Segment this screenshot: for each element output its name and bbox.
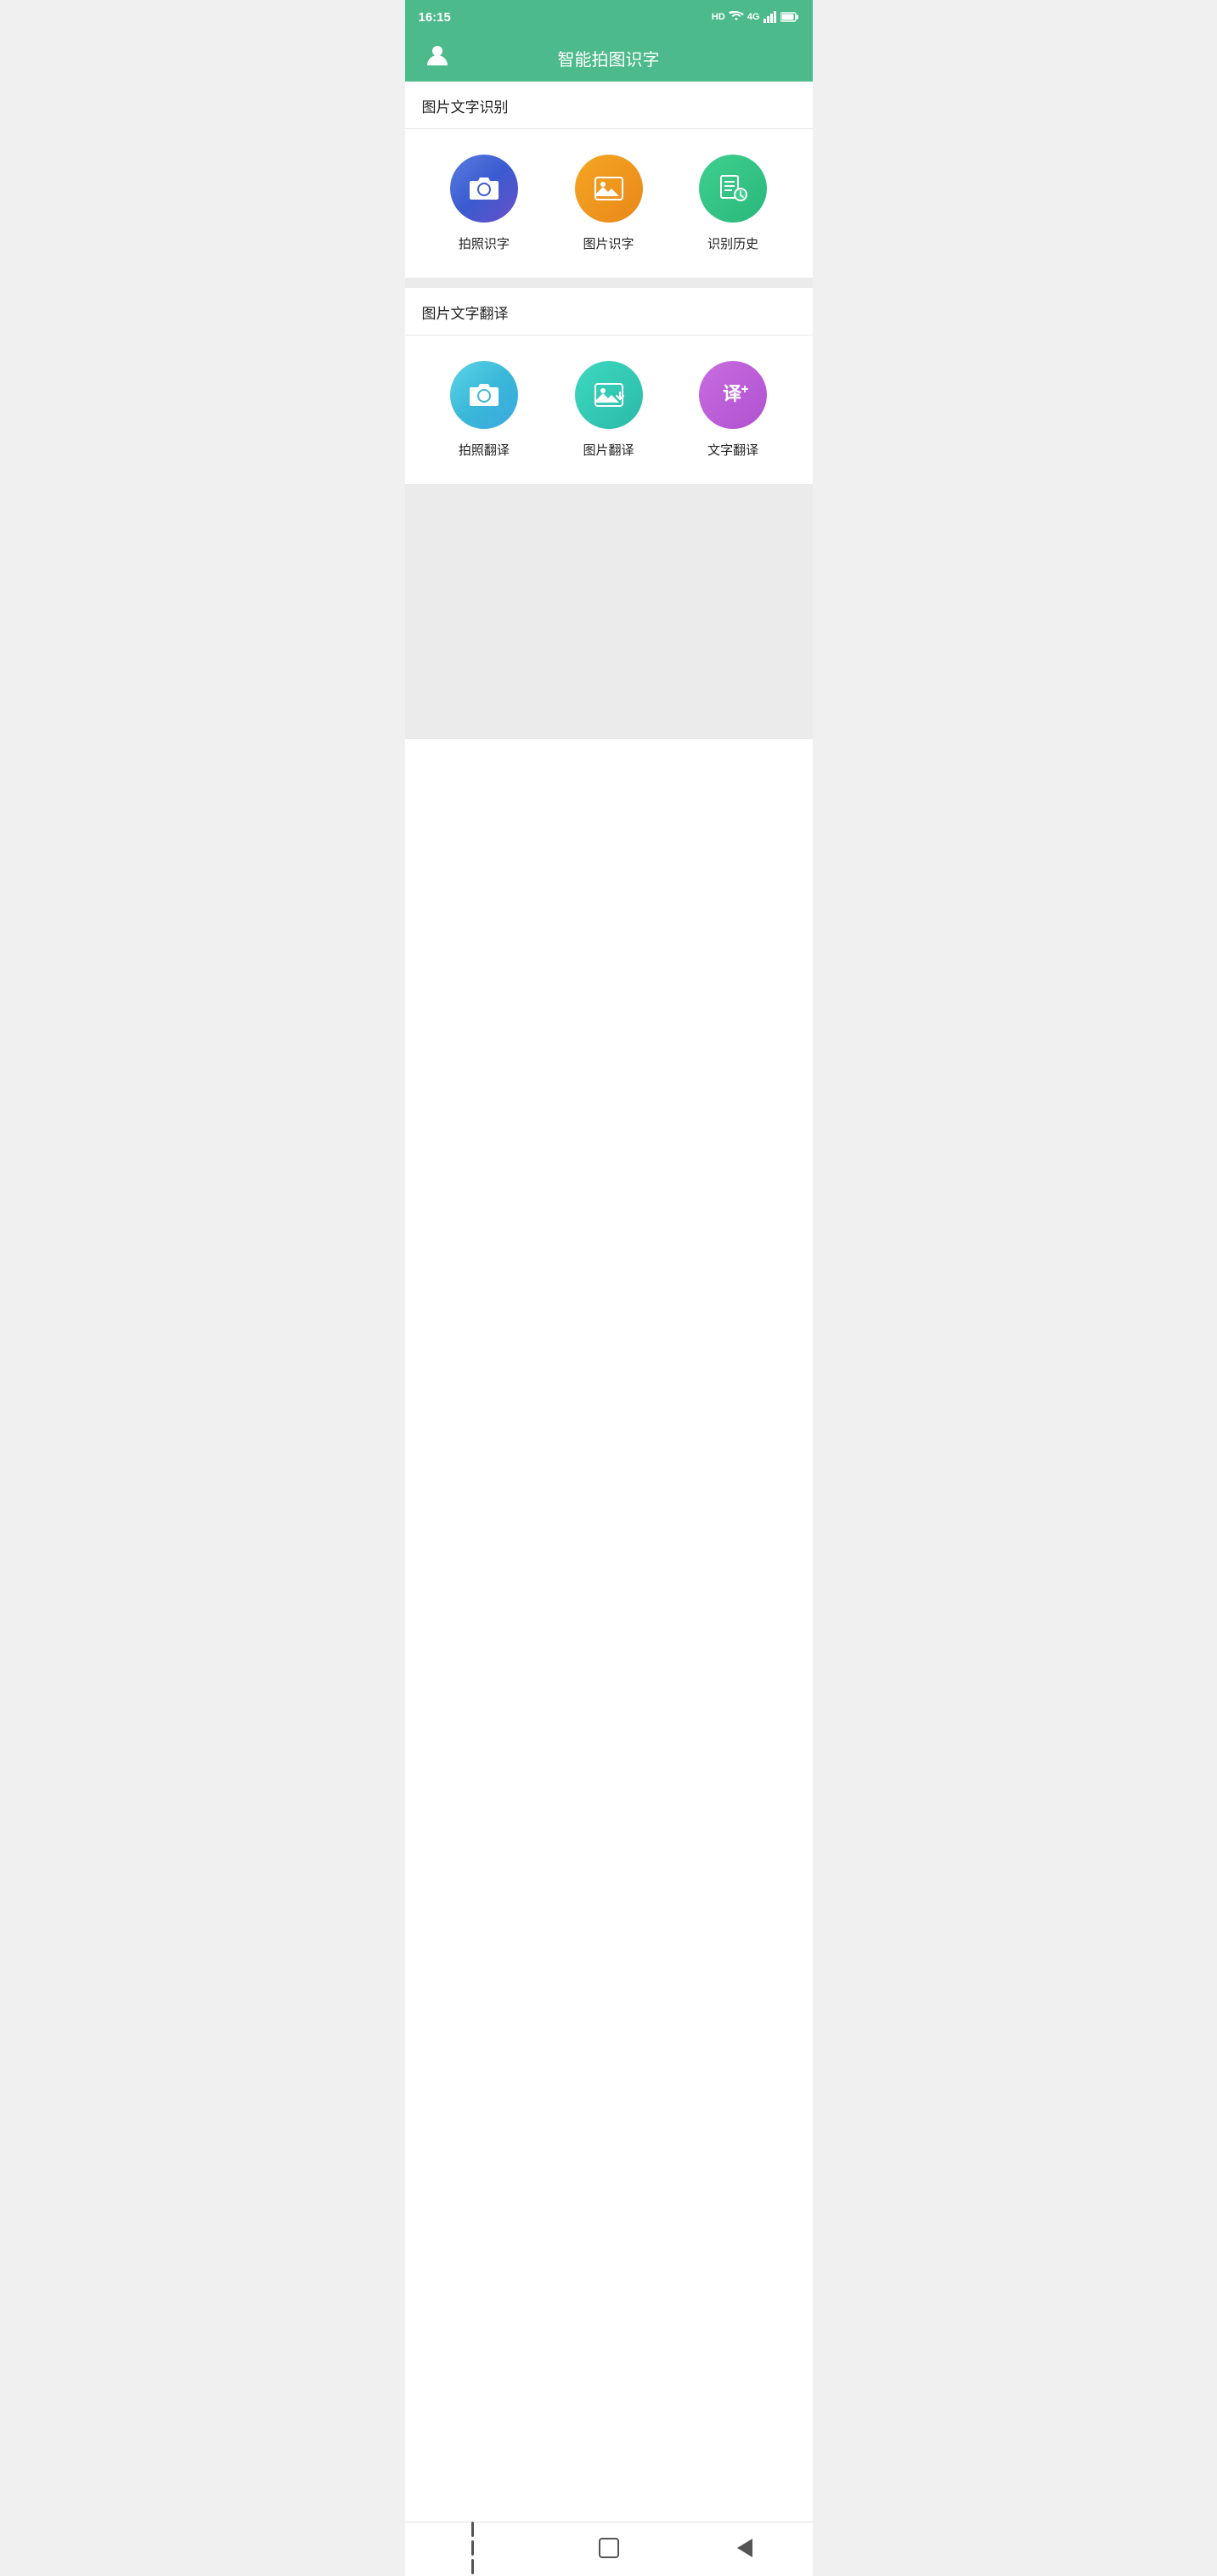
nav-home-button[interactable] — [541, 2538, 677, 2558]
back-icon — [737, 2539, 752, 2557]
section-translation-header: 图片文字翻译 — [405, 288, 813, 335]
nav-back-button[interactable] — [677, 2539, 813, 2557]
image-icon — [591, 171, 627, 206]
avatar-button[interactable] — [422, 42, 453, 73]
status-bar: 16:15 HD 4G — [405, 0, 813, 34]
translate-icon: 译 — [715, 377, 751, 413]
image-translate-label: 图片翻译 — [583, 441, 634, 459]
signal-icon — [763, 11, 777, 23]
camera-icon — [466, 171, 502, 206]
hd-icon: HD — [712, 12, 725, 22]
text-translate-label: 文字翻译 — [707, 441, 758, 459]
text-translate-item[interactable]: 译 文字翻译 — [671, 361, 796, 459]
battery-icon — [780, 12, 799, 22]
empty-area — [405, 484, 813, 739]
section-divider-1 — [405, 278, 813, 288]
recognize-history-label: 识别历史 — [707, 234, 758, 252]
menu-icon — [471, 2522, 474, 2574]
wifi-icon — [729, 11, 744, 23]
photo-recognize-label: 拍照识字 — [459, 234, 510, 252]
status-icons: HD 4G — [712, 11, 799, 23]
image-recognize-item[interactable]: 图片识字 — [546, 155, 671, 252]
image-recognize-label: 图片识字 — [583, 234, 634, 252]
app-header: 智能拍图识字 — [405, 34, 813, 82]
photo-translate-item[interactable]: 拍照翻译 — [422, 361, 547, 459]
photo-recognize-item[interactable]: 拍照识字 — [422, 155, 547, 252]
section-recognition-header: 图片文字识别 — [405, 82, 813, 129]
recognition-grid: 拍照识字 图片识字 — [405, 129, 813, 278]
page-title: 智能拍图识字 — [453, 46, 765, 70]
recognize-history-item[interactable]: 识别历史 — [671, 155, 796, 252]
4g-icon: 4G — [747, 12, 760, 22]
image-recognize-icon-circle — [575, 155, 643, 223]
translation-grid: 拍照翻译 图片翻译 译 — [405, 335, 813, 484]
photo-recognize-icon-circle — [450, 155, 518, 223]
image-translate-icon-circle — [575, 361, 643, 429]
user-icon — [425, 43, 449, 73]
home-icon — [599, 2538, 619, 2558]
photo-translate-label: 拍照翻译 — [459, 441, 510, 459]
image-translate-item[interactable]: 图片翻译 — [546, 361, 671, 459]
photo-translate-icon-circle — [450, 361, 518, 429]
history-icon — [715, 171, 751, 206]
text-translate-icon-circle: 译 — [699, 361, 767, 429]
status-time: 16:15 — [419, 10, 451, 25]
main-content: 图片文字识别 拍照识字 图片识字 — [405, 82, 813, 2522]
camera2-icon — [466, 377, 502, 413]
nav-menu-button[interactable] — [405, 2522, 541, 2574]
svg-text:译: 译 — [723, 383, 742, 404]
bottom-nav — [405, 2522, 813, 2576]
image2-icon — [591, 377, 627, 413]
recognize-history-icon-circle — [699, 155, 767, 223]
